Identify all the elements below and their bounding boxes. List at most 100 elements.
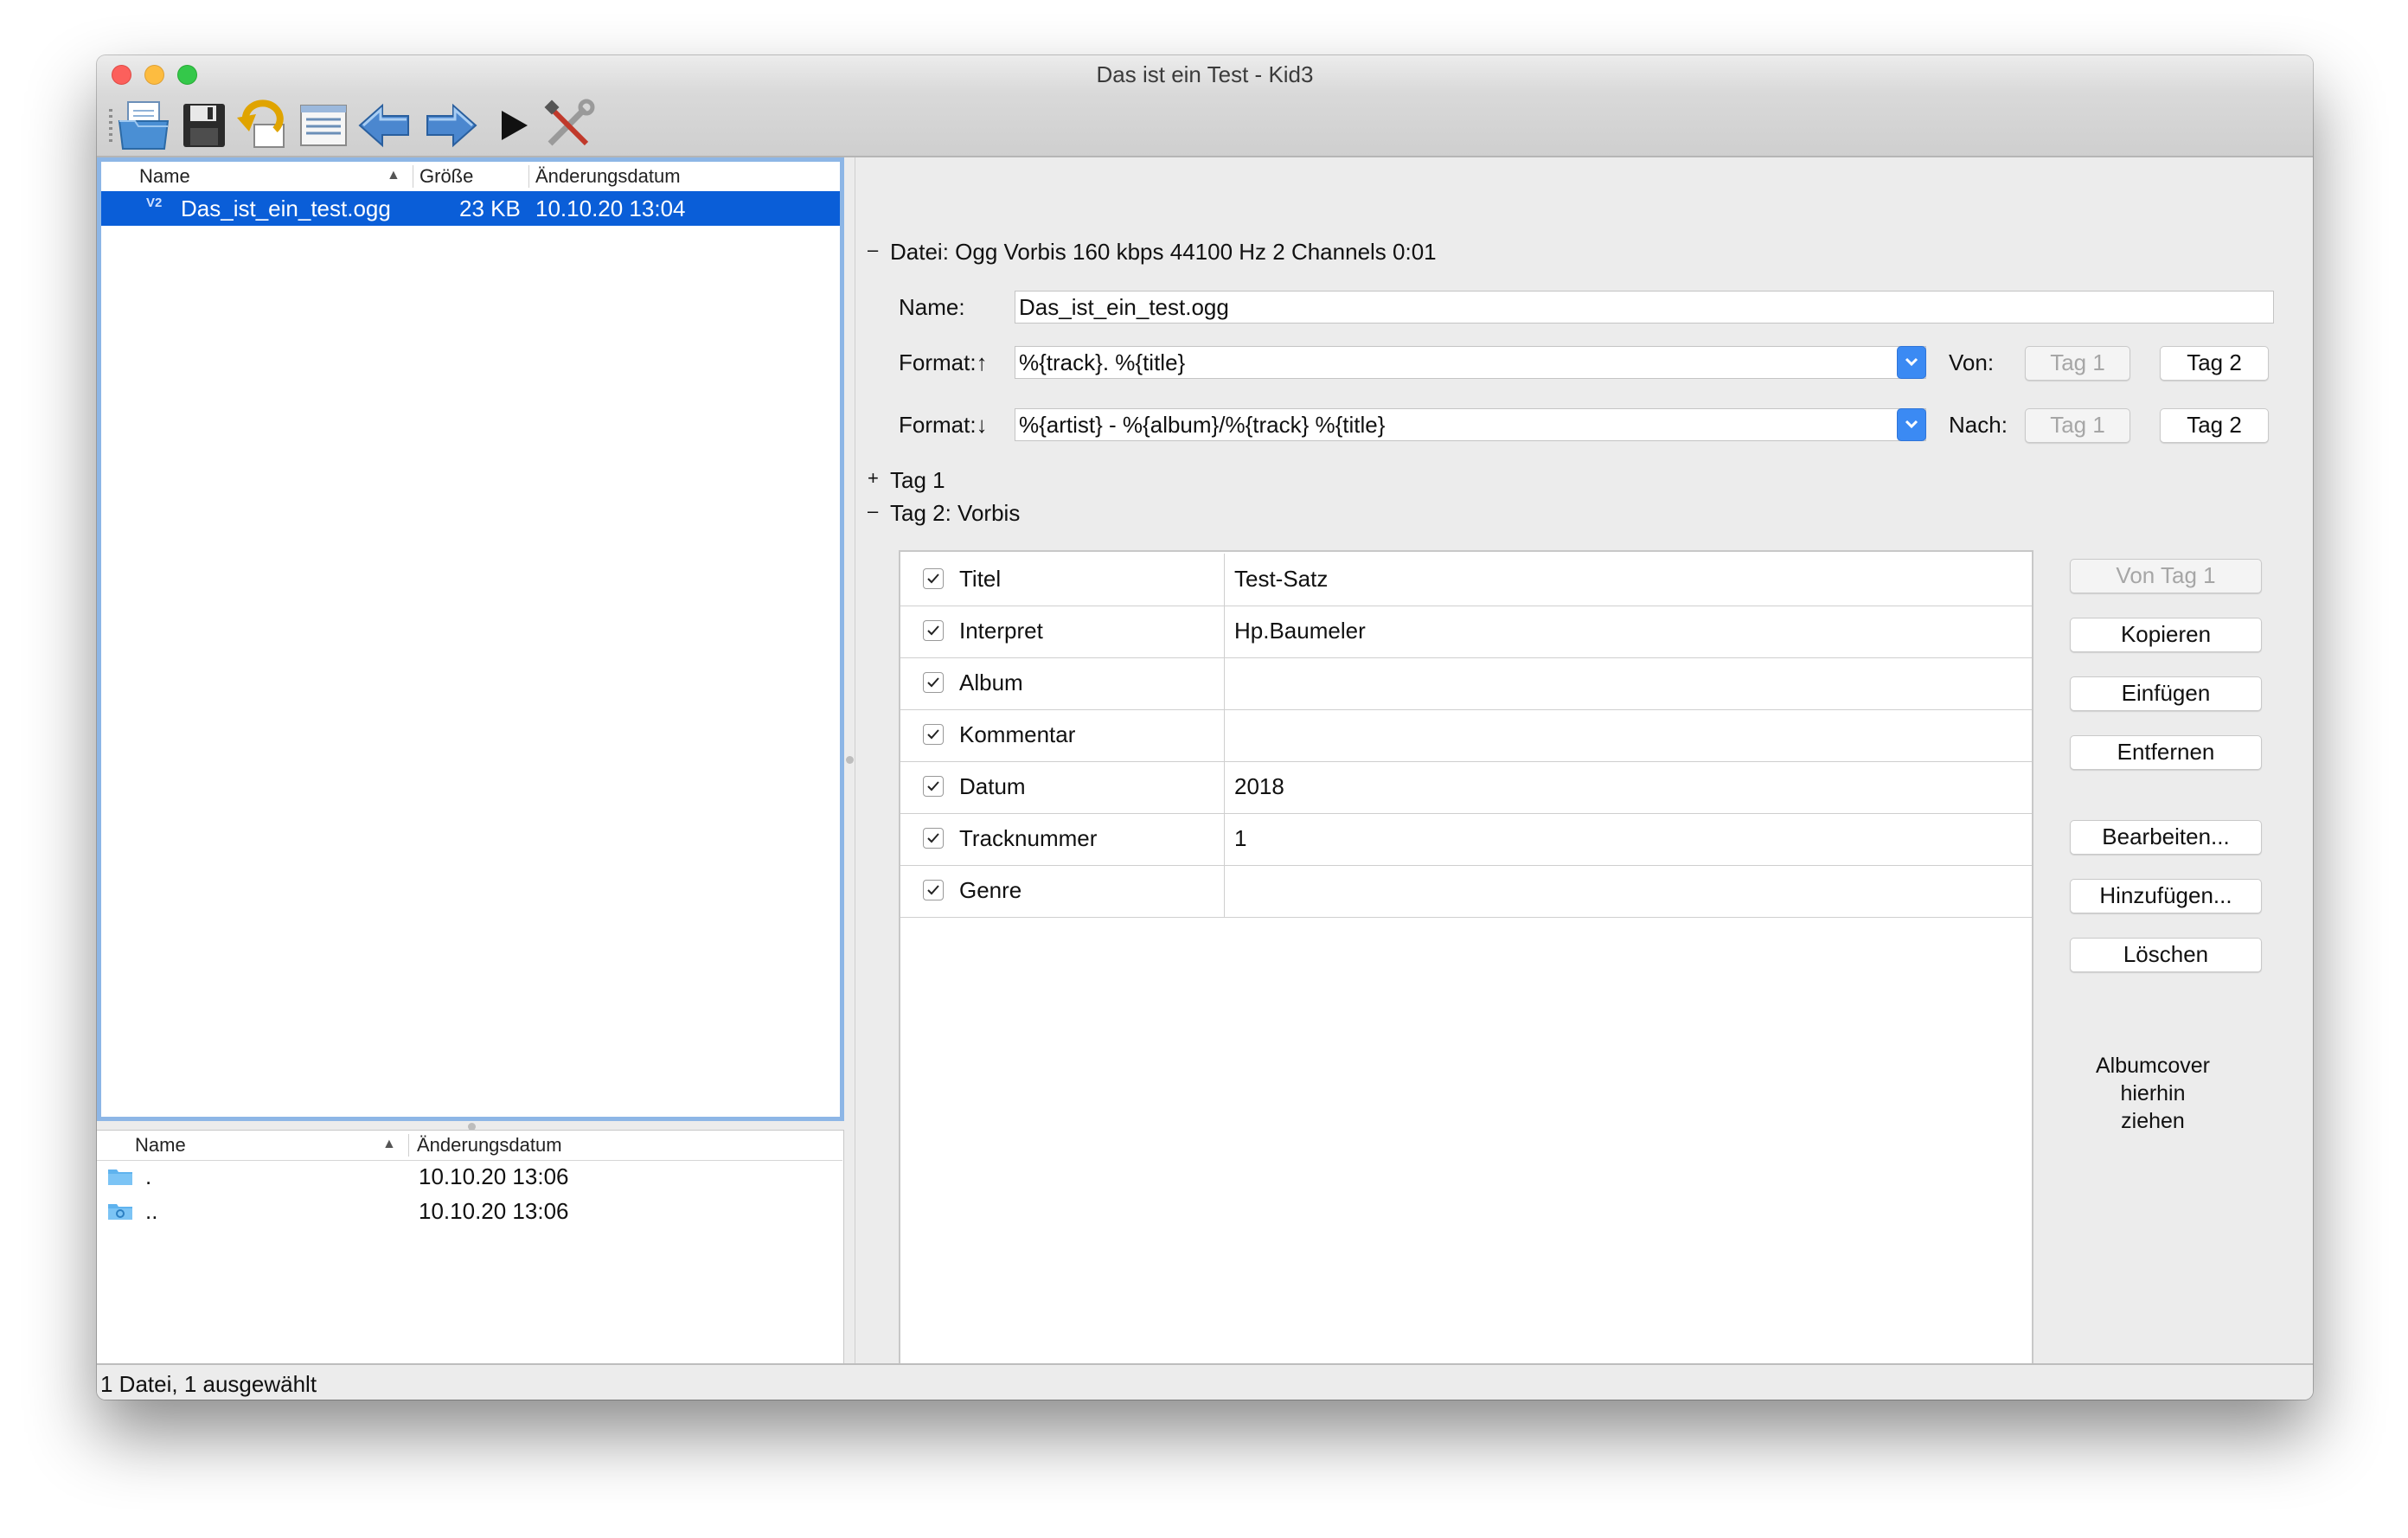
file-size: 23 KB — [459, 195, 521, 221]
settings-icon[interactable] — [541, 99, 597, 152]
parent-folder-icon — [108, 1204, 132, 1220]
from-label: Von: — [1949, 349, 1995, 375]
album-cover-hint-line: Albumcover — [2096, 1054, 2210, 1078]
album-cover-drop-zone[interactable]: Albumcover hierhin ziehen — [2023, 1052, 2283, 1135]
table-row[interactable]: Interpret Hp.Baumeler — [900, 606, 2032, 658]
frame-enabled-checkbox[interactable] — [923, 880, 944, 900]
from-tag2-button[interactable]: Tag 2 — [2160, 346, 2269, 381]
folder-icon — [108, 1170, 132, 1185]
directory-date: 10.10.20 13:06 — [419, 1198, 569, 1224]
column-header-size[interactable]: Größe — [419, 165, 473, 188]
column-header-date[interactable]: Änderungsdatum — [417, 1134, 562, 1157]
tag1-expand-toggle[interactable]: + — [868, 467, 879, 490]
sort-ascending-icon: ▲ — [382, 1137, 396, 1151]
directory-name: .. — [145, 1198, 158, 1224]
frame-name: Titel — [959, 566, 1002, 592]
directory-date: 10.10.20 13:06 — [419, 1163, 569, 1189]
next-icon[interactable] — [424, 99, 479, 152]
frame-enabled-checkbox[interactable] — [923, 568, 944, 589]
status-text: 1 Datei, 1 ausgewählt — [100, 1371, 317, 1397]
frame-value[interactable]: 1 — [1234, 825, 1246, 852]
file-section-collapse-toggle[interactable]: – — [868, 239, 878, 261]
paste-button[interactable]: Einfügen — [2070, 676, 2262, 711]
app-window: Das ist ein Test - Kid3 Name ▲ Größe Änd… — [97, 55, 2313, 1400]
save-icon[interactable] — [176, 99, 232, 152]
window-title: Das ist ein Test - Kid3 — [1096, 61, 1314, 87]
table-row[interactable]: Tracknummer 1 — [900, 813, 2032, 866]
format-up-label: Format:↑ — [899, 349, 988, 375]
tag-editor-pane: – Datei: Ogg Vorbis 160 kbps 44100 Hz 2 … — [855, 157, 2313, 1375]
table-row[interactable]: Album — [900, 657, 2032, 710]
column-header-date[interactable]: Änderungsdatum — [535, 165, 681, 188]
toolbar-grip[interactable] — [109, 109, 112, 144]
frame-name: Genre — [959, 877, 1022, 903]
copy-button[interactable]: Kopieren — [2070, 618, 2262, 652]
status-bar: 1 Datei, 1 ausgewählt — [97, 1363, 2313, 1400]
frame-enabled-checkbox[interactable] — [923, 672, 944, 693]
file-name-input[interactable]: Das_ist_ein_test.ogg — [1015, 291, 2274, 324]
frame-name: Album — [959, 670, 1023, 695]
to-tag1-button[interactable]: Tag 1 — [2025, 408, 2130, 443]
album-cover-hint-line: hierhin — [2120, 1081, 2186, 1105]
frame-enabled-checkbox[interactable] — [923, 620, 944, 641]
chevron-down-icon[interactable] — [1897, 346, 1926, 379]
play-icon[interactable] — [484, 99, 540, 152]
title-bar: Das ist ein Test - Kid3 — [97, 55, 2313, 93]
edit-button[interactable]: Bearbeiten... — [2070, 820, 2262, 855]
frame-value[interactable]: Hp.Baumeler — [1234, 618, 1366, 644]
format-down-label: Format:↓ — [899, 412, 988, 438]
remove-button[interactable]: Entfernen — [2070, 735, 2262, 770]
tag2-frame-table[interactable]: Titel Test-Satz Interpret Hp.Baumeler Al… — [899, 550, 2033, 1375]
tag2-section-header: Tag 2: Vorbis — [890, 500, 1021, 526]
column-header-name[interactable]: Name — [135, 1134, 186, 1157]
file-list-header: Name ▲ Größe Änderungsdatum — [101, 162, 840, 192]
column-header-name[interactable]: Name — [139, 165, 190, 188]
format-down-combobox[interactable]: %{artist} - %{album}/%{track} %{title} — [1015, 408, 1926, 441]
tag2-collapse-toggle[interactable]: – — [868, 500, 878, 522]
revert-icon[interactable] — [235, 99, 291, 152]
frame-value[interactable]: 2018 — [1234, 773, 1284, 800]
toolbar — [97, 93, 2313, 157]
from-tag1-button[interactable]: Tag 1 — [2025, 346, 2130, 381]
chevron-down-icon[interactable] — [1897, 408, 1926, 441]
tag1-section-header: Tag 1 — [890, 467, 945, 493]
to-label: Nach: — [1949, 412, 2008, 438]
sort-ascending-icon: ▲ — [387, 168, 400, 183]
vertical-splitter-handle[interactable] — [846, 756, 854, 764]
frame-enabled-checkbox[interactable] — [923, 776, 944, 797]
frame-name: Kommentar — [959, 721, 1076, 747]
table-row[interactable]: Titel Test-Satz — [900, 554, 2032, 606]
to-tag2-button[interactable]: Tag 2 — [2160, 408, 2269, 443]
table-row[interactable]: Datum 2018 — [900, 761, 2032, 814]
frame-value[interactable]: Test-Satz — [1234, 566, 1328, 593]
directory-list[interactable]: Name ▲ Änderungsdatum . 10.10.20 13:06 .… — [97, 1130, 844, 1365]
format-down-value: %{artist} - %{album}/%{track} %{title} — [1019, 412, 1386, 438]
directory-list-header: Name ▲ Änderungsdatum — [97, 1131, 842, 1161]
format-up-value: %{track}. %{title} — [1019, 349, 1186, 375]
table-row[interactable]: Kommentar — [900, 709, 2032, 762]
frame-name: Tracknummer — [959, 825, 1098, 851]
file-section-header: Datei: Ogg Vorbis 160 kbps 44100 Hz 2 Ch… — [890, 239, 1437, 265]
directory-row[interactable]: . 10.10.20 13:06 — [97, 1160, 841, 1195]
frame-name: Interpret — [959, 618, 1043, 644]
file-list[interactable]: Name ▲ Größe Änderungsdatum V2 Das_ist_e… — [97, 157, 844, 1121]
from-tag1-frames-button[interactable]: Von Tag 1 — [2070, 559, 2262, 593]
add-button[interactable]: Hinzufügen... — [2070, 879, 2262, 913]
file-row[interactable]: V2 Das_ist_ein_test.ogg 23 KB 10.10.20 1… — [101, 191, 840, 226]
album-cover-hint-line: ziehen — [2121, 1109, 2185, 1133]
previous-icon[interactable] — [356, 99, 412, 152]
frame-enabled-checkbox[interactable] — [923, 828, 944, 849]
directory-name: . — [145, 1163, 152, 1189]
format-up-combobox[interactable]: %{track}. %{title} — [1015, 346, 1926, 379]
table-row[interactable]: Genre — [900, 865, 2032, 918]
tag-version-badge: V2 — [146, 195, 163, 210]
name-label: Name: — [899, 294, 965, 320]
frame-name: Datum — [959, 773, 1026, 799]
delete-button[interactable]: Löschen — [2070, 938, 2262, 972]
file-name: Das_ist_ein_test.ogg — [181, 195, 391, 221]
file-date: 10.10.20 13:04 — [535, 195, 686, 221]
directory-row[interactable]: .. 10.10.20 13:06 — [97, 1195, 841, 1229]
open-file-icon[interactable] — [116, 99, 171, 152]
frame-enabled-checkbox[interactable] — [923, 724, 944, 745]
file-list-icon[interactable] — [296, 99, 351, 152]
